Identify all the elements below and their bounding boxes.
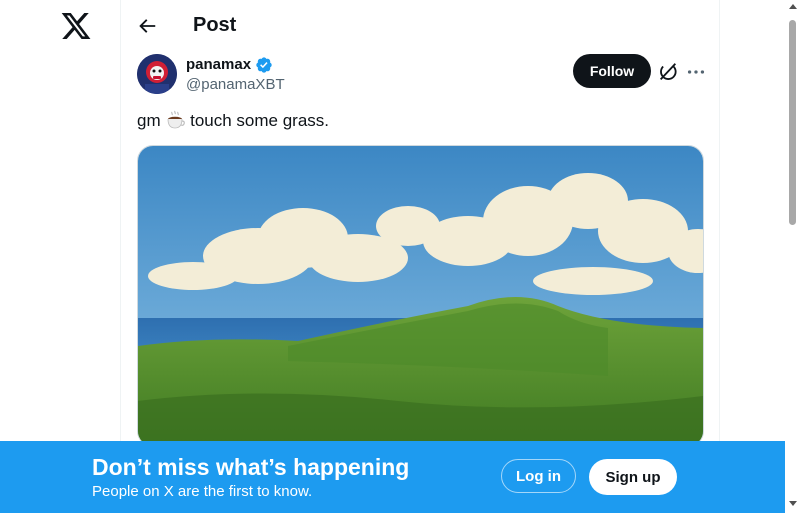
scroll-thumb[interactable] [789, 20, 796, 225]
author-handle[interactable]: @panamaXBT [186, 76, 285, 93]
signup-button[interactable]: Sign up [589, 459, 677, 495]
follow-button[interactable]: Follow [573, 54, 651, 88]
page-scrollbar[interactable] [785, 0, 800, 513]
verified-badge-icon[interactable] [255, 56, 273, 74]
banner-subtitle: People on X are the first to know. [92, 483, 313, 500]
scroll-up-icon[interactable] [789, 4, 797, 9]
avatar[interactable] [137, 54, 177, 94]
signup-banner: Don’t miss what’s happening People on X … [0, 441, 785, 513]
x-logo-icon[interactable] [60, 10, 92, 42]
grok-icon[interactable] [657, 61, 679, 83]
post-image[interactable] [137, 145, 704, 447]
main-column: Post panamax @panamaXBT Follow gm touch … [120, 0, 720, 513]
page-title: Post [193, 14, 237, 36]
more-icon[interactable] [685, 61, 707, 83]
post-text: gm touch some grass. [137, 110, 329, 132]
hot-beverage-icon [165, 110, 186, 130]
scroll-down-icon[interactable] [789, 501, 797, 506]
post-author: panamax @panamaXBT Follow [137, 54, 705, 98]
post-text-start: gm [137, 111, 161, 130]
author-display-name[interactable]: panamax [186, 56, 251, 73]
login-button[interactable]: Log in [501, 459, 576, 493]
post-header: Post [121, 0, 719, 53]
arrow-left-icon[interactable] [136, 15, 158, 37]
banner-title: Don’t miss what’s happening [92, 454, 410, 480]
post-text-end: touch some grass. [190, 111, 329, 130]
